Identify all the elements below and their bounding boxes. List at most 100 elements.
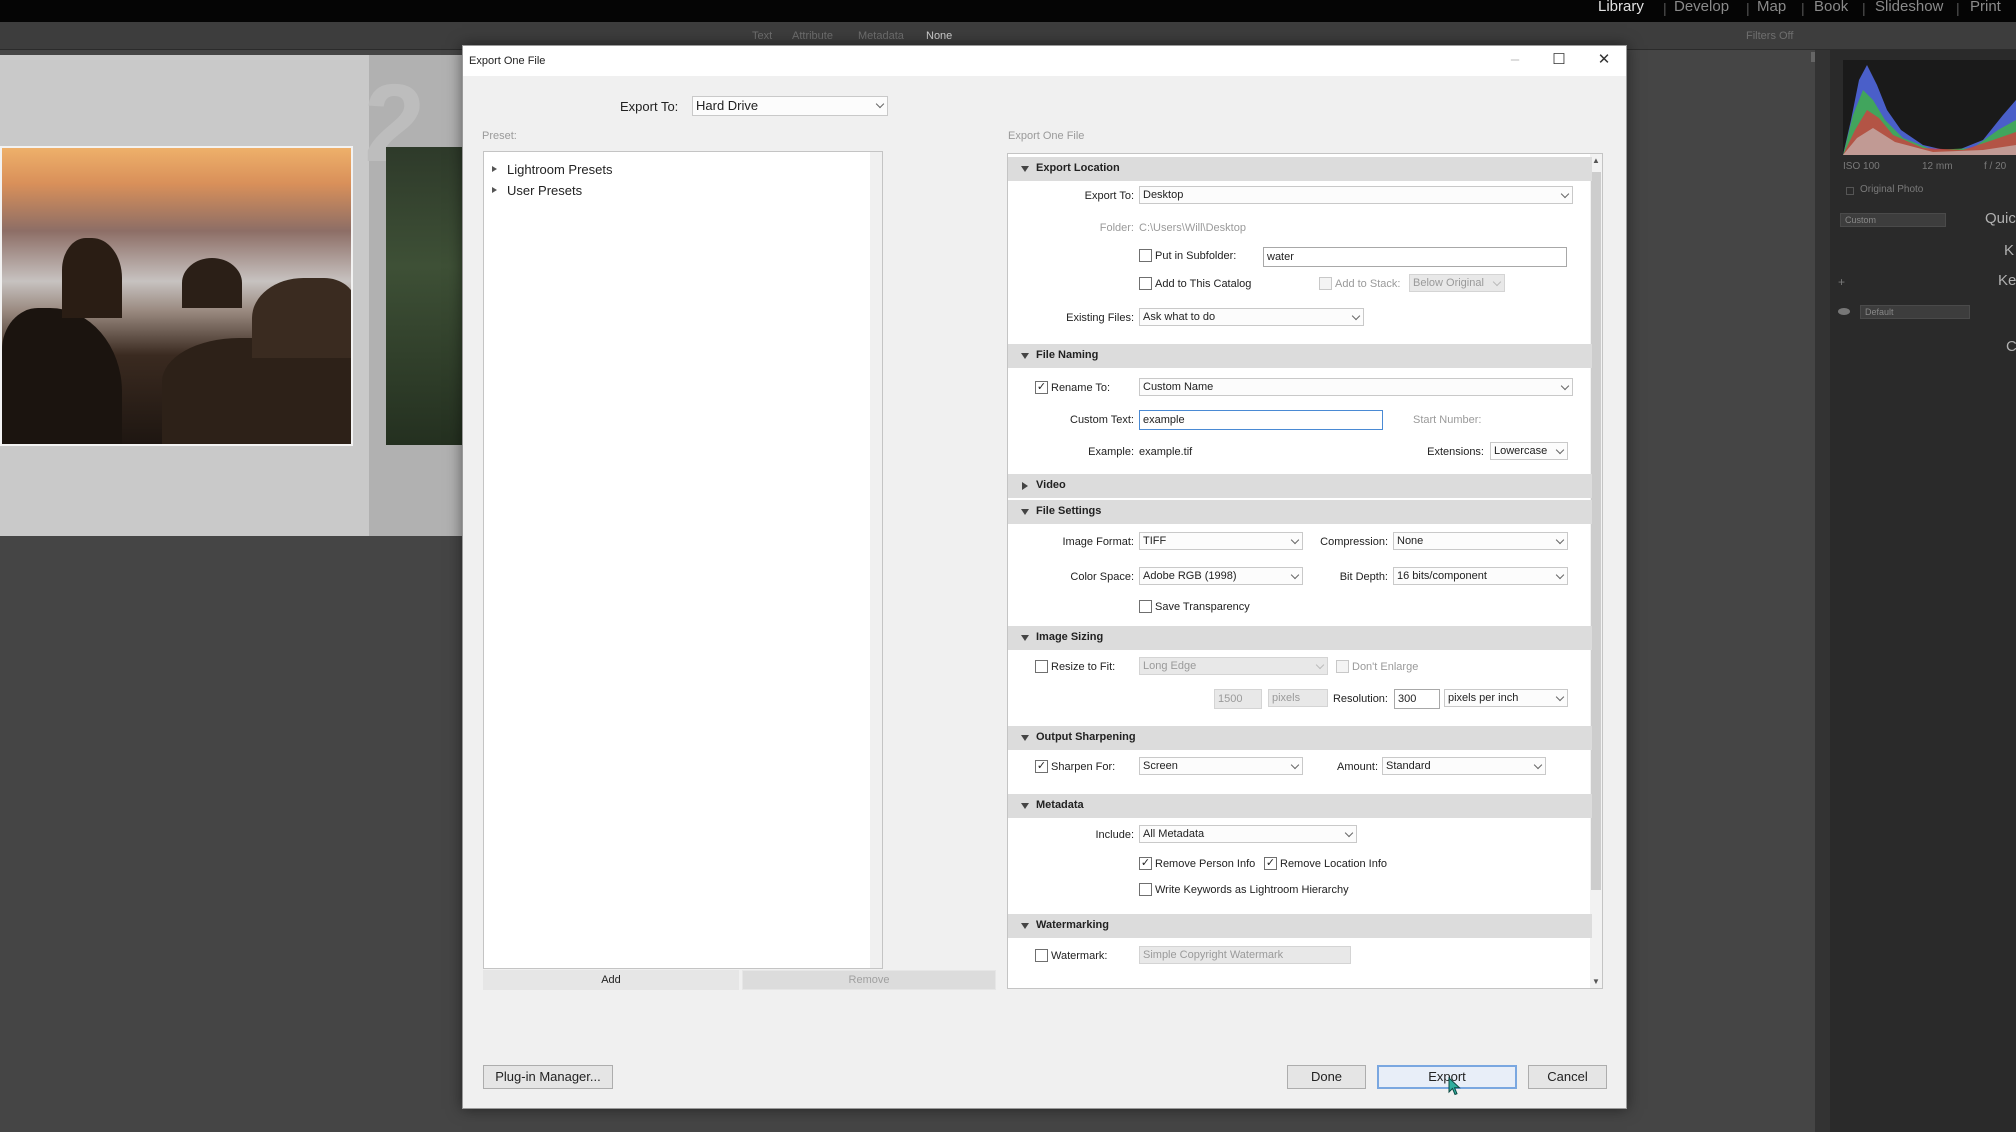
plugin-manager-button[interactable]: Plug-in Manager... — [483, 1065, 613, 1089]
existing-files-select[interactable]: Ask what to do — [1139, 308, 1364, 326]
custom-text-input[interactable]: example — [1139, 410, 1383, 430]
section-metadata[interactable]: Metadata — [1008, 794, 1592, 818]
resize-size-input[interactable]: 1500 — [1214, 689, 1262, 709]
photo-thumbnail[interactable] — [0, 146, 353, 446]
chevron-down-icon — [1344, 828, 1354, 838]
module-slideshow[interactable]: Slideshow — [1875, 0, 1943, 15]
module-develop[interactable]: Develop — [1674, 0, 1729, 15]
quick-develop-header[interactable]: Quic — [1985, 210, 2016, 227]
section-image-sizing[interactable]: Image Sizing — [1008, 626, 1592, 650]
filter-none[interactable]: None — [926, 30, 952, 42]
keyword-list-header[interactable]: Key — [1998, 272, 2016, 289]
close-icon[interactable]: ✕ — [1594, 50, 1614, 70]
bit-depth-select[interactable]: 16 bits/component — [1393, 567, 1568, 585]
module-book[interactable]: Book — [1814, 0, 1848, 15]
chevron-down-icon — [1315, 660, 1325, 670]
metadata-preset-select[interactable]: Default — [1860, 305, 1970, 319]
filter-metadata[interactable]: Metadata — [858, 30, 904, 42]
section-watermarking[interactable]: Watermarking — [1008, 914, 1592, 938]
expand-arrow-icon[interactable] — [492, 187, 497, 193]
export-button[interactable]: Export — [1377, 1065, 1517, 1089]
section-file-naming[interactable]: File Naming — [1008, 344, 1592, 368]
settings-scrollbar[interactable]: ▲ ▼ — [1590, 154, 1602, 988]
collapse-arrow-icon — [1021, 353, 1029, 359]
chevron-down-icon — [1351, 311, 1361, 321]
select-value: Below Original — [1413, 277, 1484, 289]
amount-select[interactable]: Standard — [1382, 757, 1546, 775]
image-format-select[interactable]: TIFF — [1139, 532, 1303, 550]
filter-attribute[interactable]: Attribute — [792, 30, 833, 42]
module-library[interactable]: Library — [1598, 0, 1644, 15]
histogram-iso: ISO 100 — [1843, 161, 1880, 172]
watermark-select[interactable]: Simple Copyright Watermark — [1139, 946, 1351, 964]
preset-folder-label: Lightroom Presets — [507, 162, 613, 177]
maximize-icon[interactable]: ☐ — [1549, 50, 1569, 70]
dont-enlarge-checkbox[interactable] — [1336, 660, 1349, 673]
resize-to-fit-select[interactable]: Long Edge — [1139, 657, 1328, 675]
expand-arrow-icon[interactable] — [492, 166, 497, 172]
resolution-unit-select[interactable]: pixels per inch — [1444, 689, 1568, 707]
comments-header[interactable]: C — [2006, 338, 2016, 355]
section-export-location[interactable]: Export Location — [1008, 157, 1592, 181]
minimize-icon[interactable]: – — [1505, 50, 1525, 70]
section-output-sharpening[interactable]: Output Sharpening — [1008, 726, 1592, 750]
add-to-catalog-checkbox[interactable] — [1139, 277, 1152, 290]
photo-thumbnail[interactable] — [386, 147, 466, 445]
resize-to-fit-checkbox[interactable] — [1035, 660, 1048, 673]
subfolder-input[interactable]: water — [1263, 247, 1567, 267]
module-map[interactable]: Map — [1757, 0, 1786, 15]
subfolder-checkbox[interactable] — [1139, 249, 1152, 262]
export-to-value: Hard Drive — [696, 98, 759, 113]
write-keywords-checkbox[interactable] — [1139, 883, 1152, 896]
rename-to-select[interactable]: Custom Name — [1139, 378, 1573, 396]
scroll-down-icon[interactable]: ▼ — [1592, 977, 1600, 986]
add-to-stack-checkbox[interactable] — [1319, 277, 1332, 290]
add-icon[interactable]: + — [1838, 275, 1845, 289]
done-button[interactable]: Done — [1287, 1065, 1366, 1089]
export-to-select[interactable]: Hard Drive — [692, 96, 888, 116]
save-transparency-checkbox[interactable] — [1139, 600, 1152, 613]
remove-location-info-checkbox[interactable]: ✓ — [1264, 857, 1277, 870]
start-number-label: Start Number: — [1413, 414, 1482, 426]
settings-section-label: Export One File — [1008, 130, 1085, 142]
original-photo-checkbox[interactable] — [1846, 187, 1854, 195]
color-space-select[interactable]: Adobe RGB (1998) — [1139, 567, 1303, 585]
scroll-up-icon[interactable]: ▲ — [1592, 156, 1600, 165]
preset-folder-user[interactable]: User Presets — [492, 182, 692, 200]
section-video[interactable]: Video — [1008, 474, 1592, 498]
module-print[interactable]: Print — [1970, 0, 2001, 15]
add-preset-button[interactable]: Add — [483, 970, 739, 990]
settings-scrollbar-thumb[interactable] — [1591, 172, 1601, 890]
collapse-arrow-icon — [1021, 923, 1029, 929]
quick-develop-preset-select[interactable]: Custom — [1840, 213, 1946, 227]
filter-text[interactable]: Text — [752, 30, 772, 42]
remove-preset-button[interactable]: Remove — [742, 970, 996, 990]
preset-scrollbar[interactable] — [870, 152, 882, 968]
section-file-settings[interactable]: File Settings — [1008, 500, 1592, 524]
include-select[interactable]: All Metadata — [1139, 825, 1357, 843]
filters-off[interactable]: Filters Off — [1746, 30, 1793, 42]
select-value: All Metadata — [1143, 828, 1205, 840]
rename-to-checkbox[interactable]: ✓ — [1035, 381, 1048, 394]
example-value: example.tif — [1139, 446, 1193, 458]
eye-icon[interactable] — [1838, 308, 1850, 315]
remove-person-info-checkbox[interactable]: ✓ — [1139, 857, 1152, 870]
compression-select[interactable]: None — [1393, 532, 1568, 550]
cancel-button[interactable]: Cancel — [1528, 1065, 1607, 1089]
custom-text-label: Custom Text: — [1070, 414, 1134, 426]
select-value: Desktop — [1143, 189, 1184, 201]
export-to-location-label: Export To: — [1084, 190, 1134, 202]
resolution-input[interactable]: 300 — [1394, 689, 1440, 709]
select-value: Ask what to do — [1143, 311, 1216, 323]
select-value: TIFF — [1143, 535, 1167, 547]
histogram-aperture: f / 20 — [1984, 161, 2007, 172]
preset-folder-lightroom[interactable]: Lightroom Presets — [492, 161, 692, 179]
sharpen-for-checkbox[interactable]: ✓ — [1035, 760, 1048, 773]
existing-files-label: Existing Files: — [1066, 312, 1134, 324]
add-to-stack-select[interactable]: Below Original — [1409, 274, 1505, 292]
extensions-select[interactable]: Lowercase — [1490, 442, 1568, 460]
keywording-header[interactable]: K — [2004, 242, 2014, 259]
watermark-checkbox[interactable] — [1035, 949, 1048, 962]
export-to-location-select[interactable]: Desktop — [1139, 186, 1573, 204]
histogram-focal: 12 mm — [1922, 161, 1953, 172]
